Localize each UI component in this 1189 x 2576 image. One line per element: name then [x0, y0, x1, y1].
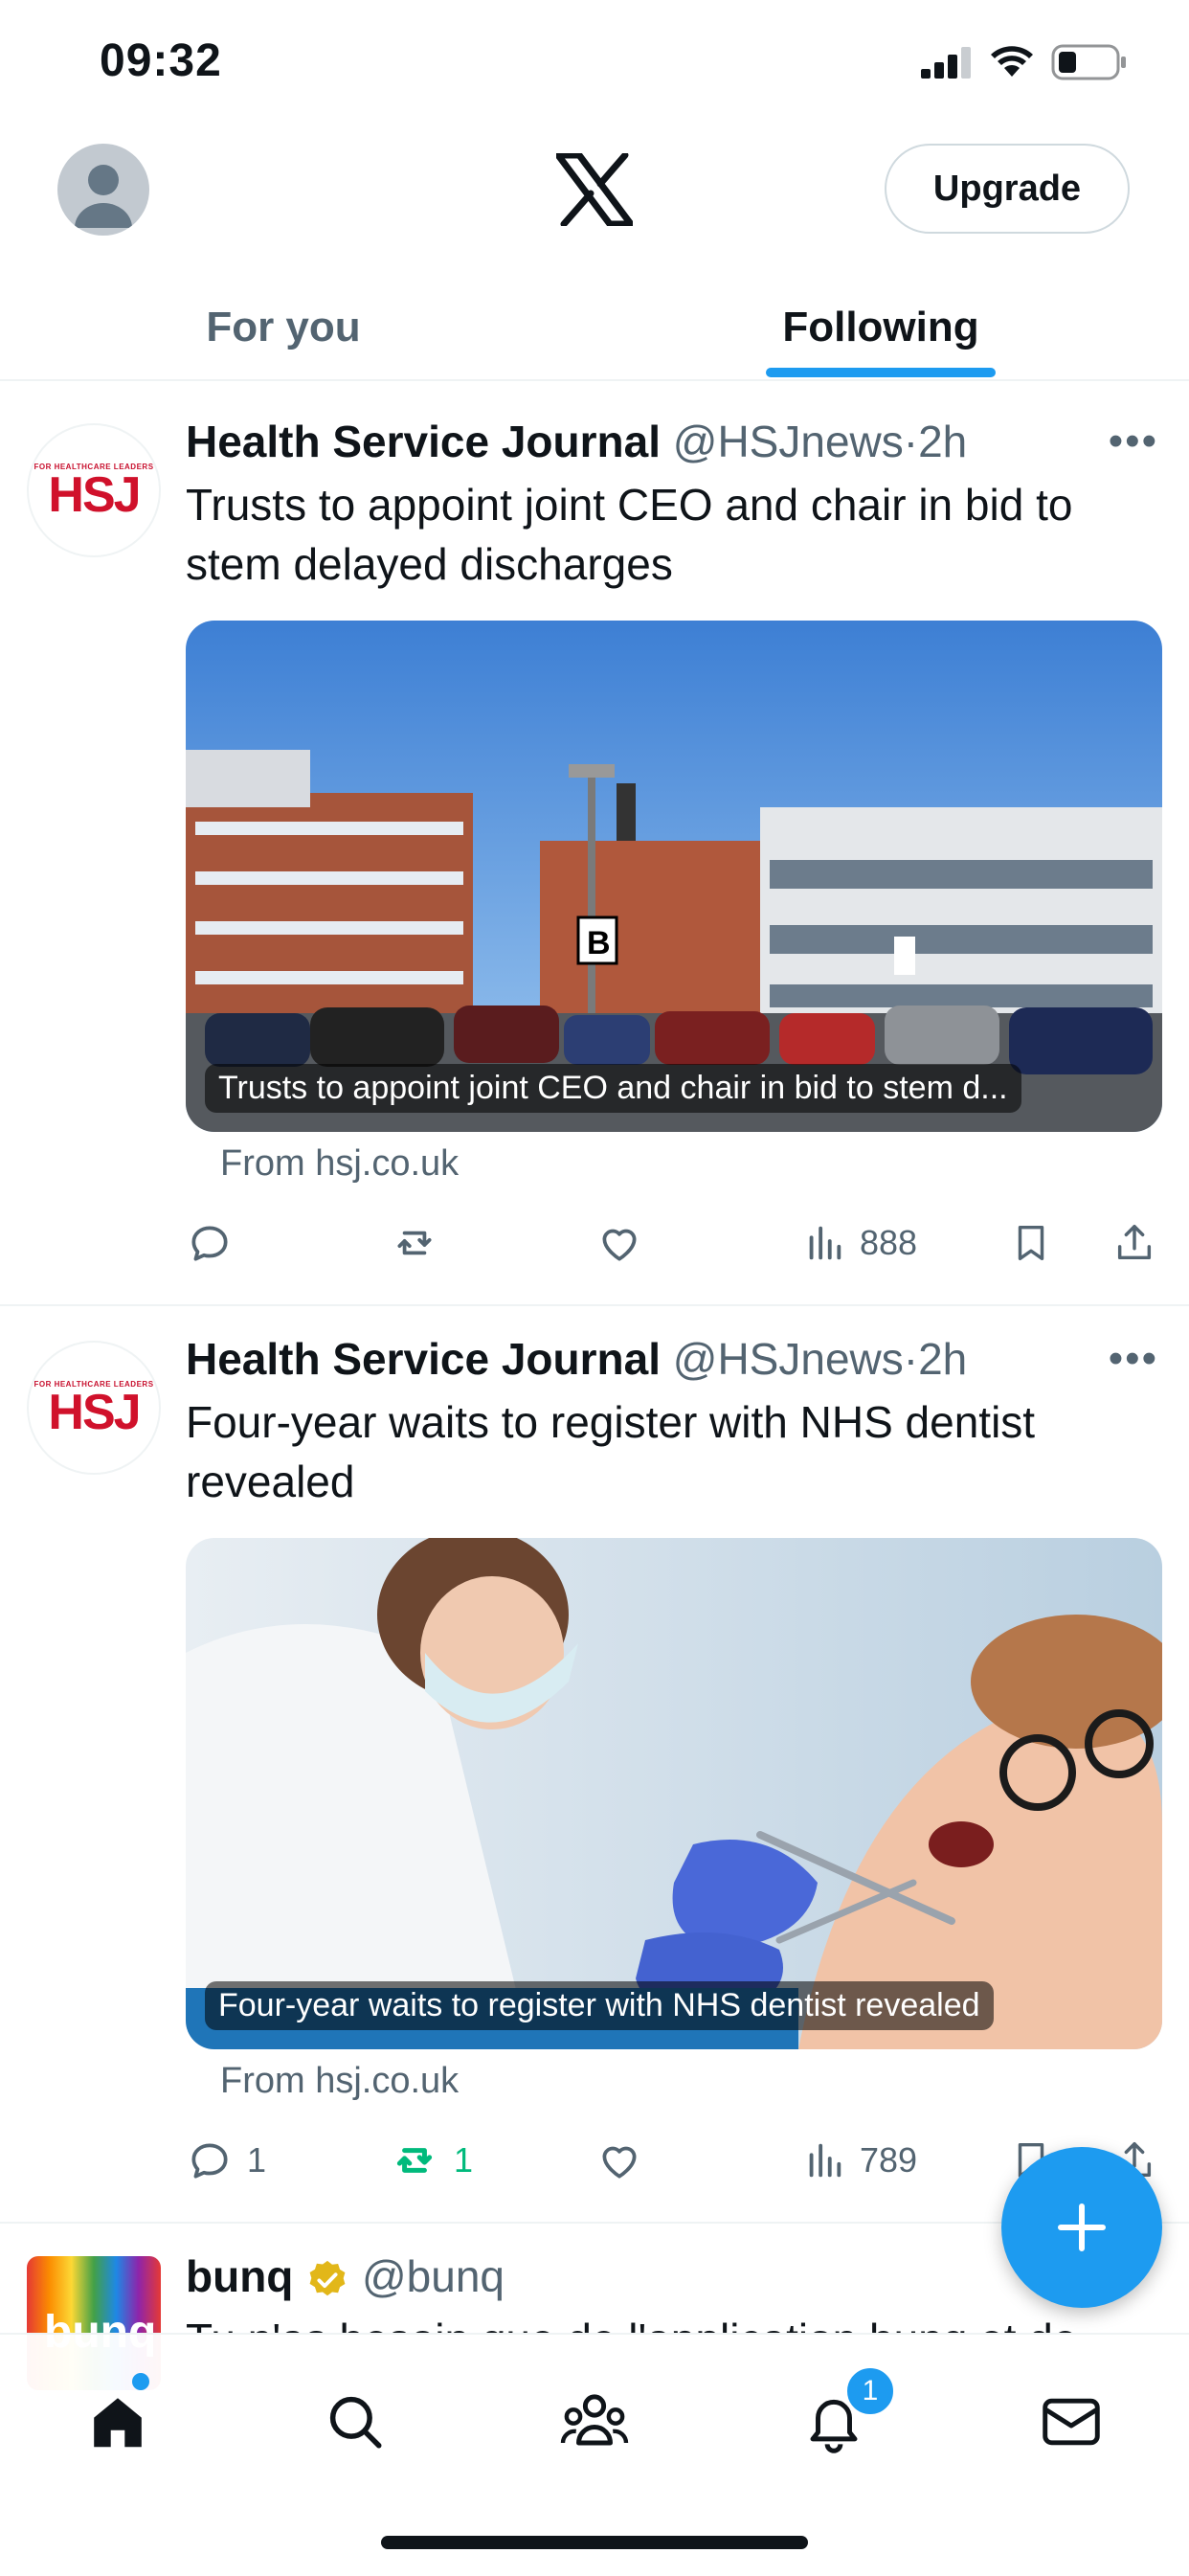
nav-communities[interactable] — [551, 2379, 638, 2465]
separator: · — [903, 417, 919, 466]
author-name[interactable]: bunq — [186, 2251, 293, 2301]
post-media-image[interactable]: Four-year waits to register with NHS den… — [186, 1538, 1162, 2049]
status-bar: 09:32 — [0, 0, 1189, 134]
post-actions: 888 — [186, 1214, 1162, 1272]
dentist-photo — [186, 1538, 1162, 2049]
reply-icon — [191, 1226, 228, 1261]
new-posts-dot — [132, 2373, 149, 2390]
post-media-image[interactable]: B Trusts to appoint joint CEO and chair … — [186, 621, 1162, 1132]
share-icon — [1117, 1225, 1152, 1260]
post-card[interactable]: FOR HEALTHCARE LEADERS HSJ Health Servic… — [0, 1306, 1189, 2224]
reply-count: 1 — [247, 2140, 267, 2180]
separator: · — [903, 1334, 919, 1384]
like-button[interactable] — [595, 2132, 643, 2189]
post-time: 2h — [918, 417, 968, 466]
more-options-icon[interactable]: ••• — [1109, 1335, 1158, 1383]
active-tab-indicator — [766, 368, 996, 377]
wifi-icon — [990, 46, 1034, 79]
repost-button[interactable] — [389, 1214, 454, 1272]
repost-button[interactable]: 1 — [389, 2132, 473, 2189]
notifications-badge: 1 — [844, 2365, 896, 2417]
media-caption: Four-year waits to register with NHS den… — [205, 1981, 994, 2030]
views-icon — [809, 1226, 841, 1260]
nav-notifications[interactable]: 1 — [791, 2365, 896, 2465]
repost-icon — [396, 2148, 433, 2173]
upgrade-button[interactable]: Upgrade — [885, 144, 1130, 234]
hospital-photo: B — [186, 621, 1162, 1132]
view-count: 789 — [860, 2140, 918, 2180]
battery-icon — [1051, 44, 1128, 80]
mail-icon — [1043, 2398, 1100, 2446]
views-button[interactable]: 888 — [802, 1214, 917, 1272]
post-header: bunq @bunq — [186, 2250, 505, 2302]
signal-icon — [921, 46, 973, 79]
x-logo-icon[interactable] — [556, 153, 633, 226]
post-card[interactable]: FOR HEALTHCARE LEADERS HSJ Health Servic… — [0, 389, 1189, 1306]
author-handle[interactable]: @bunq — [362, 2251, 505, 2301]
repost-count: 1 — [454, 2140, 474, 2180]
nav-search[interactable] — [312, 2379, 398, 2465]
nav-messages[interactable] — [1028, 2379, 1114, 2465]
status-icons — [921, 44, 1128, 80]
home-icon — [94, 2398, 142, 2448]
bookmark-icon — [1018, 1225, 1044, 1261]
link-source[interactable]: From hsj.co.uk — [220, 1143, 459, 1185]
reply-icon — [191, 2143, 228, 2179]
tab-for-you[interactable]: For you — [0, 278, 567, 377]
post-text: Trusts to appoint joint CEO and chair in… — [186, 480, 1073, 589]
share-button[interactable] — [1112, 1214, 1156, 1272]
avatar-logo-text: HSJ — [48, 466, 141, 523]
view-count: 888 — [860, 1223, 918, 1262]
status-time: 09:32 — [100, 35, 222, 86]
views-icon — [809, 2143, 841, 2178]
link-source[interactable]: From hsj.co.uk — [220, 2061, 459, 2102]
post-text: Four-year waits to register with NHS den… — [186, 1397, 1036, 1506]
svg-text:B: B — [587, 925, 611, 961]
post-time: 2h — [918, 1334, 968, 1384]
nav-home[interactable] — [75, 2373, 161, 2465]
tab-following[interactable]: Following — [622, 278, 1139, 377]
post-header: Health Service Journal @HSJnews·2h — [186, 416, 967, 467]
author-handle[interactable]: @HSJnews — [673, 1334, 904, 1384]
avatar-logo-text: HSJ — [48, 1384, 141, 1440]
author-avatar[interactable]: FOR HEALTHCARE LEADERS HSJ — [27, 423, 161, 557]
more-options-icon[interactable]: ••• — [1109, 418, 1158, 465]
compose-button[interactable] — [1001, 2147, 1162, 2308]
reply-button[interactable] — [186, 1214, 247, 1272]
person-icon — [75, 165, 132, 228]
author-name[interactable]: Health Service Journal — [186, 417, 661, 466]
post-header: Health Service Journal @HSJnews·2h — [186, 1333, 967, 1385]
like-button[interactable] — [595, 1214, 643, 1272]
views-button[interactable]: 789 — [802, 2132, 917, 2189]
profile-avatar[interactable] — [57, 144, 149, 236]
timeline-tabs: For you Following — [0, 278, 1189, 381]
plus-icon — [1058, 2203, 1106, 2251]
author-avatar[interactable]: FOR HEALTHCARE LEADERS HSJ — [27, 1341, 161, 1475]
home-indicator[interactable] — [381, 2536, 808, 2549]
reply-button[interactable]: 1 — [186, 2132, 266, 2189]
repost-icon — [397, 1231, 432, 1255]
author-handle[interactable]: @HSJnews — [673, 417, 904, 466]
heart-icon — [602, 2146, 637, 2179]
verified-badge-icon — [305, 2258, 349, 2302]
author-name[interactable]: Health Service Journal — [186, 1334, 661, 1384]
communities-icon — [560, 2394, 629, 2446]
search-icon — [329, 2396, 382, 2449]
bookmark-button[interactable] — [1009, 1214, 1053, 1272]
media-caption: Trusts to appoint joint CEO and chair in… — [205, 1064, 1021, 1113]
post-text: Tu n'as besoin que de l'application bunq… — [186, 2310, 1143, 2333]
heart-icon — [602, 1229, 637, 1261]
